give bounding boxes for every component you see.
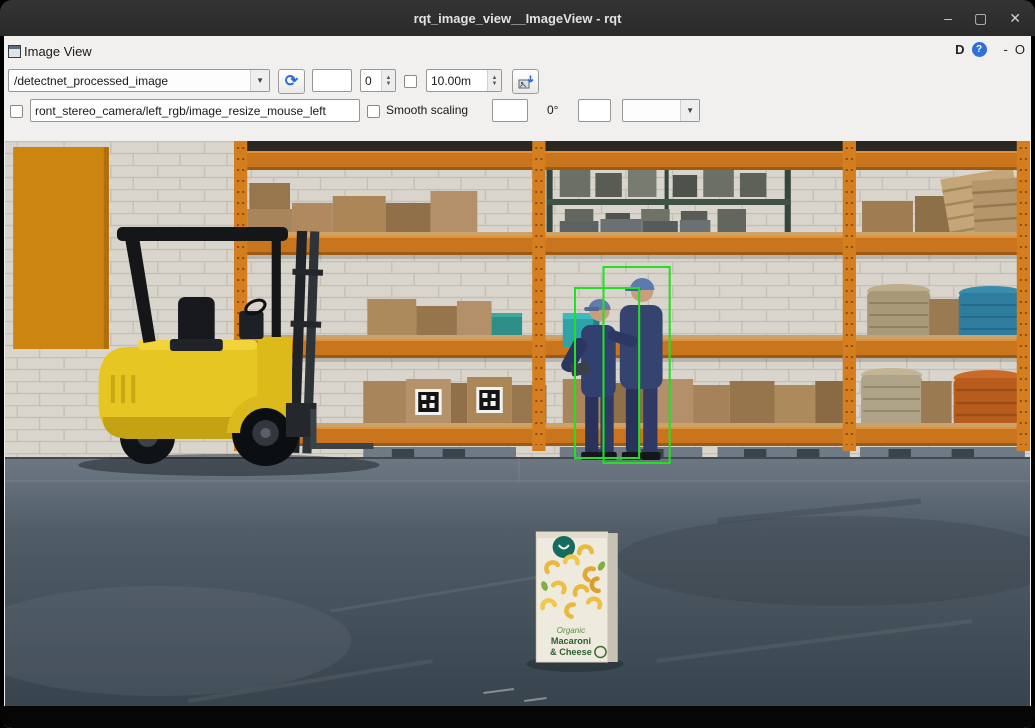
product-line3: & Cheese (550, 647, 592, 657)
toolbar-row-2: ront_stereo_camera/left_rgb/image_resize… (4, 99, 1031, 125)
rotation-spinbox[interactable]: 0 ▲▼ (360, 69, 396, 92)
minimize-button[interactable]: – (944, 10, 952, 26)
panel-title: Image View (24, 44, 92, 59)
smooth-scaling-checkbox[interactable] (367, 105, 380, 118)
camera-image-view[interactable]: Organic Macaroni & Cheese (5, 141, 1030, 706)
product-line1: Organic (557, 626, 585, 635)
save-image-button[interactable] (512, 69, 539, 94)
publish-click-checkbox[interactable] (10, 105, 23, 118)
spinner-arrows-icon[interactable]: ▲▼ (487, 70, 501, 91)
mouse-topic-field[interactable]: ront_stereo_camera/left_rgb/image_resize… (30, 99, 360, 122)
product-box: Organic Macaroni & Cheese (526, 532, 624, 672)
overlay-combobox[interactable]: ▼ (622, 99, 700, 122)
angle-label: 0° (547, 103, 558, 117)
panel-content: Image View D ? - O /detectnet_processed_… (4, 36, 1031, 728)
refresh-topics-button[interactable]: ⟳ (278, 69, 305, 94)
maximize-button[interactable]: ▢ (974, 10, 987, 27)
dock-badge: D (955, 42, 964, 57)
rotate-field-b[interactable] (578, 99, 611, 122)
topic-selected-value: /detectnet_processed_image (14, 74, 168, 88)
refresh-icon: ⟳ (285, 74, 298, 90)
chevron-down-icon: ▼ (250, 70, 269, 91)
warehouse-scene: Organic Macaroni & Cheese (5, 141, 1030, 706)
image-view-icon (8, 45, 21, 58)
rqt-window: rqt_image_view__ImageView - rqt – ▢ ✕ Im… (0, 0, 1035, 728)
save-image-icon (518, 74, 534, 90)
max-range-spinbox[interactable]: 10.00m ▲▼ (426, 69, 502, 92)
product-line2: Macaroni (551, 636, 591, 646)
chevron-down-icon: ▼ (680, 100, 699, 121)
spinner-arrows-icon[interactable]: ▲▼ (381, 70, 395, 91)
dock-close-button[interactable]: O (1015, 42, 1025, 57)
panel-header: Image View D ? - O (4, 40, 1031, 64)
mouse-topic-value: ront_stereo_camera/left_rgb/image_resize… (35, 104, 326, 118)
dynamic-range-checkbox[interactable] (404, 75, 417, 88)
rotate-field-a[interactable] (492, 99, 528, 122)
help-icon[interactable]: ? (972, 42, 987, 57)
titlebar[interactable]: rqt_image_view__ImageView - rqt – ▢ ✕ (0, 0, 1035, 36)
undock-button[interactable]: - (1004, 42, 1008, 57)
toolbar-row-1: /detectnet_processed_image ▼ ⟳ 0 ▲▼ 10.0… (4, 69, 1031, 95)
topic-combobox[interactable]: /detectnet_processed_image ▼ (8, 69, 270, 92)
orange-wall (13, 147, 109, 349)
max-range-value: 10.00m (427, 74, 487, 88)
close-button[interactable]: ✕ (1009, 10, 1021, 27)
smooth-scaling-label: Smooth scaling (386, 103, 468, 117)
zoom-field[interactable] (312, 69, 352, 92)
window-bottom-bar (0, 706, 1035, 728)
window-title: rqt_image_view__ImageView - rqt (414, 11, 622, 26)
rotation-value: 0 (361, 74, 381, 88)
